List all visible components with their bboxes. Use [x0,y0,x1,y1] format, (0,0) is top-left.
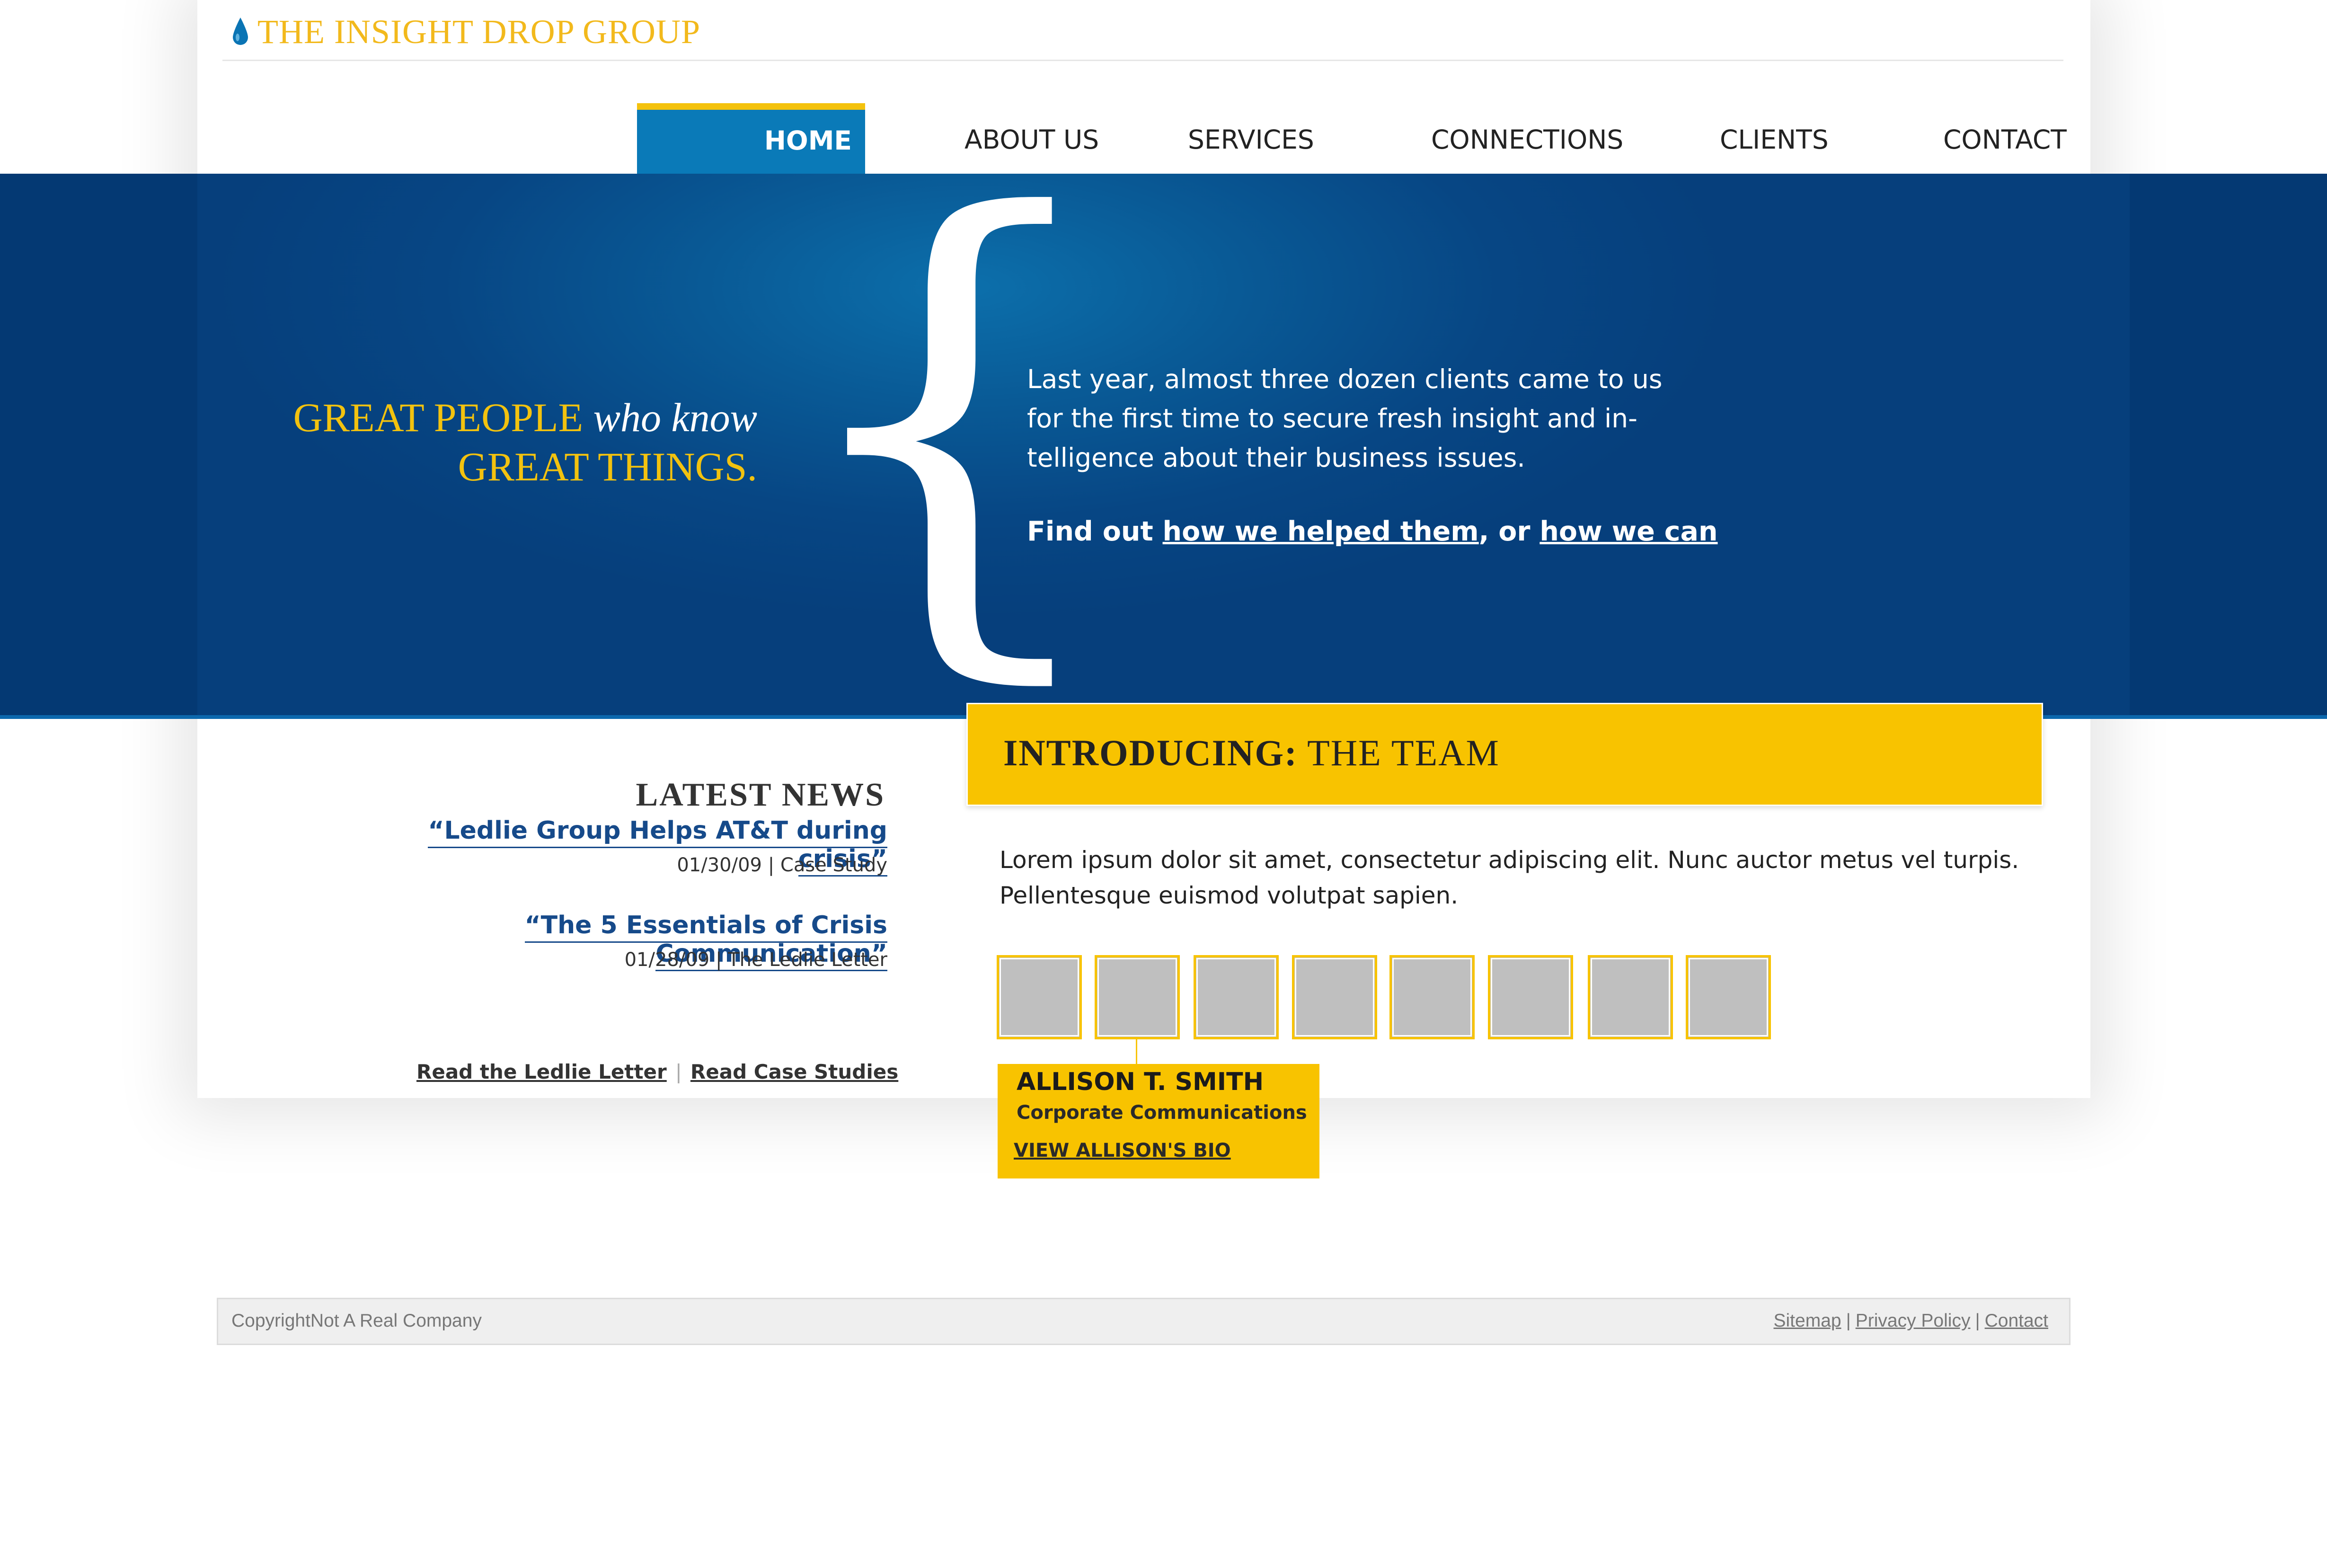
member-role: Corporate Communications [1017,1102,1307,1124]
logo-text: THE INSIGHT DROP GROUP [257,12,701,51]
read-ledlie-letter-link[interactable]: Read the Ledlie Letter [416,1060,667,1083]
member-name: ALLISON T. SMITH [1017,1068,1264,1096]
footer-links: Sitemap | Privacy Policy | Contact [1774,1311,2049,1331]
team-member-thumbnail[interactable] [1389,955,1475,1039]
hero-tagline: GREAT PEOPLE who know GREAT THINGS. [265,393,757,491]
water-drop-icon [233,18,248,45]
view-bio-link[interactable]: VIEW ALLISON'S BIO [1014,1140,1231,1161]
nav-services[interactable]: SERVICES [1188,103,1314,174]
footer-separator: | [1846,1311,1851,1331]
intro-bold: INTRODUCING: [1003,732,1298,773]
footer-sitemap-link[interactable]: Sitemap [1774,1311,1841,1331]
hero-right-shade [2130,174,2327,715]
how-we-can-link[interactable]: how we can [1540,516,1717,547]
link-separator: | [675,1060,682,1083]
news-footer-links: Read the Ledlie Letter | Read Case Studies [416,1060,898,1083]
footer-privacy-link[interactable]: Privacy Policy [1856,1311,1971,1331]
how-we-helped-link[interactable]: how we helped them [1163,516,1479,547]
logo[interactable]: THE INSIGHT DROP GROUP [232,10,700,53]
curly-brace-graphic: { [781,108,1118,725]
cta-middle: , or [1478,516,1540,547]
team-member-thumbnail[interactable] [1292,955,1377,1039]
thumbnail-connector [1136,1039,1137,1064]
footer-separator: | [1975,1311,1980,1331]
cta-prefix: Find out [1027,516,1163,547]
team-member-thumbnail[interactable] [1488,955,1573,1039]
team-intro-banner: INTRODUCING: THE TEAM [966,703,2043,806]
hero-left-shade [0,174,197,715]
footer-copyright: CopyrightNot A Real Company [231,1311,482,1331]
footer: CopyrightNot A Real Company Sitemap | Priv… [217,1298,2070,1345]
footer-contact-link[interactable]: Contact [1985,1311,2048,1331]
tagline-part3: GREAT THINGS. [458,444,757,489]
header-divider [222,60,2063,61]
team-member-thumbnail[interactable] [1194,955,1279,1039]
tagline-part1: GREAT PEOPLE [293,395,593,440]
news-item-meta: 01/28/09 | The Ledlie Letter [624,949,887,971]
team-member-thumbnail-selected[interactable] [1095,955,1180,1039]
team-member-thumbnail[interactable] [1686,955,1771,1039]
hero-cta: Find out how we helped them, or how we c… [1027,516,1718,547]
hero-description: Last year, almost three dozen clients ca… [1027,364,1663,473]
team-member-thumbnail[interactable] [1588,955,1673,1039]
news-item-meta: 01/30/09 | Case Study [677,854,887,876]
nav-connections[interactable]: CONNECTIONS [1431,103,1623,174]
team-member-thumbnail[interactable] [997,955,1082,1039]
team-description: Lorem ipsum dolor sit amet, consectetur … [1000,846,2019,909]
tagline-part2: who know [593,395,757,440]
latest-news-heading: LATEST NEWS [636,777,885,813]
read-case-studies-link[interactable]: Read Case Studies [690,1060,898,1083]
nav-clients[interactable]: CLIENTS [1720,103,1829,174]
team-member-card: ALLISON T. SMITH Corporate Communication… [998,1064,1319,1178]
team-intro-heading: INTRODUCING: THE TEAM [1003,732,1500,774]
intro-rest: THE TEAM [1298,732,1500,773]
nav-contact[interactable]: CONTACT [1943,103,2067,174]
